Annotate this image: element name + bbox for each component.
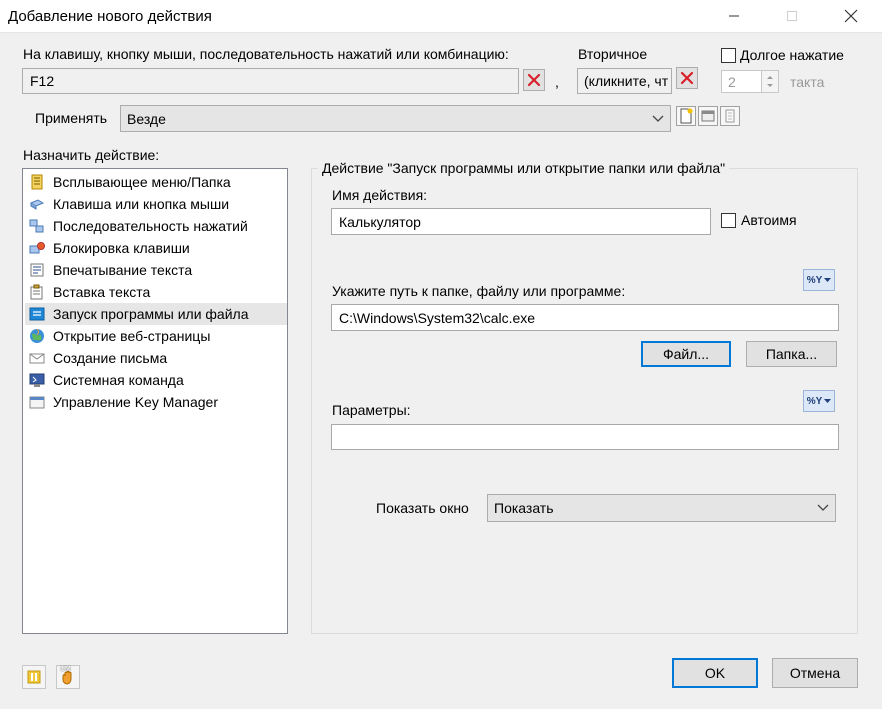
action-type-list[interactable]: Всплывающее меню/Папка Клавиша или кнопк…	[22, 168, 288, 634]
key-sequence-icon	[29, 219, 44, 233]
clear-hotkey-button[interactable]	[523, 69, 545, 91]
long-press-checkbox[interactable]	[721, 48, 736, 63]
folder-browse-button[interactable]: Папка...	[746, 341, 837, 367]
apply-label: Применять	[35, 110, 108, 126]
show-window-label: Показать окно	[376, 500, 469, 516]
um-button[interactable]: UM	[56, 665, 80, 689]
email-icon	[29, 353, 45, 364]
new-app-button[interactable]	[676, 106, 696, 126]
close-icon	[844, 9, 858, 23]
system-command-icon	[29, 373, 45, 387]
list-item[interactable]: Блокировка клавиши	[25, 237, 287, 259]
chevron-down-icon	[652, 115, 664, 122]
chevron-down-icon	[824, 277, 832, 282]
chevron-down-icon	[817, 504, 829, 511]
show-window-selected-value: Показать	[494, 500, 554, 516]
list-item[interactable]: Системная команда	[25, 369, 287, 391]
file-browse-button[interactable]: Файл...	[641, 341, 731, 367]
title-bar: Добавление нового действия	[0, 0, 882, 33]
long-press-count-value: 2	[728, 74, 736, 90]
minimize-button[interactable]	[711, 0, 757, 32]
pause-icon	[27, 670, 41, 684]
hotkey-separator: ,	[555, 74, 559, 90]
list-item[interactable]: Создание письма	[25, 347, 287, 369]
popup-menu-icon	[31, 174, 43, 190]
autoname-label: Автоимя	[741, 212, 797, 228]
apply-selected-value: Везде	[127, 110, 166, 127]
hotkey-input[interactable]: F12	[22, 68, 519, 94]
path-label: Укажите путь к папке, файлу или программ…	[332, 283, 626, 299]
window-title: Добавление нового действия	[8, 8, 212, 25]
apply-select[interactable]: Везде	[120, 105, 671, 132]
action-settings-title: Действие "Запуск программы или открытие …	[318, 160, 730, 176]
key-mouse-icon	[29, 199, 45, 210]
delete-x-icon	[680, 71, 694, 85]
list-item[interactable]: Управление Key Manager	[25, 391, 287, 413]
maximize-icon	[787, 11, 797, 21]
edit-app-button[interactable]	[698, 106, 718, 126]
ok-button[interactable]: OK	[672, 658, 758, 688]
delete-x-icon	[527, 73, 541, 87]
copy-document-icon	[725, 109, 735, 123]
secondary-label: Вторичное	[578, 46, 648, 62]
path-variable-button[interactable]: %Y	[803, 269, 835, 291]
long-press-count-spinner[interactable]: 2	[721, 70, 779, 93]
autoname-checkbox[interactable]	[721, 213, 736, 228]
list-item[interactable]: Клавиша или кнопка мыши	[25, 193, 287, 215]
params-variable-button[interactable]: %Y	[803, 390, 835, 412]
long-press-unit: такта	[790, 74, 825, 90]
um-text: UM	[60, 666, 71, 673]
chevron-down-icon	[824, 398, 832, 403]
type-text-icon	[30, 263, 44, 277]
paste-text-icon	[30, 284, 43, 300]
key-lock-icon	[29, 242, 45, 254]
list-item[interactable]: Всплывающее меню/Папка	[25, 171, 287, 193]
clear-secondary-button[interactable]	[676, 67, 698, 89]
params-input[interactable]	[331, 424, 839, 450]
list-item[interactable]: Запуск программы или файла	[25, 303, 287, 325]
list-item[interactable]: Открытие веб-страницы	[25, 325, 287, 347]
path-input[interactable]: C:\Windows\System32\calc.exe	[331, 304, 839, 331]
pause-button[interactable]	[22, 665, 46, 689]
action-name-input[interactable]: Калькулятор	[331, 208, 711, 235]
params-label: Параметры:	[332, 402, 411, 418]
assign-action-label: Назначить действие:	[23, 147, 160, 163]
maximize-button	[769, 0, 815, 32]
list-item[interactable]: Впечатывание текста	[25, 259, 287, 281]
secondary-hotkey-input[interactable]: (кликните, чт	[577, 68, 672, 94]
spin-arrows[interactable]	[761, 71, 778, 92]
cancel-button[interactable]: Отмена	[772, 658, 858, 688]
key-manager-icon	[29, 396, 45, 409]
list-item[interactable]: Вставка текста	[25, 281, 287, 303]
close-button[interactable]	[828, 0, 874, 32]
show-window-select[interactable]: Показать	[487, 494, 836, 522]
action-name-label: Имя действия:	[332, 187, 428, 203]
hotkey-label: На клавишу, кнопку мыши, последовательно…	[23, 46, 509, 62]
minimize-icon	[729, 15, 739, 17]
run-program-icon	[29, 307, 45, 321]
action-settings-group	[311, 168, 858, 634]
new-document-icon	[680, 108, 693, 124]
list-item[interactable]: Последовательность нажатий	[25, 215, 287, 237]
long-press-label: Долгое нажатие	[740, 47, 844, 63]
spin-up-down-icon	[767, 76, 773, 87]
edit-window-icon	[701, 110, 715, 122]
copy-app-button[interactable]	[720, 106, 740, 126]
web-page-icon	[30, 328, 44, 343]
